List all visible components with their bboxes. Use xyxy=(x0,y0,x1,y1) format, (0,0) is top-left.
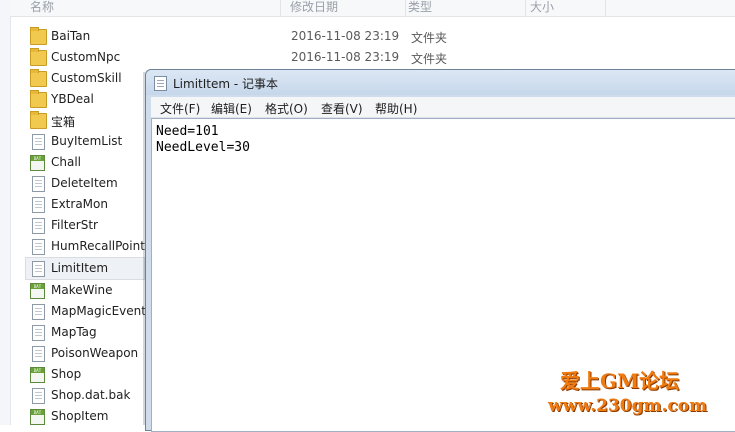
file-name: LimitItem xyxy=(51,261,109,275)
file-name: FilterStr xyxy=(51,218,98,232)
dat-file-icon xyxy=(30,409,45,425)
file-name: 宝箱 xyxy=(51,115,76,129)
menu-file[interactable]: 文件(F) xyxy=(160,100,200,117)
list-item[interactable]: ShopItem xyxy=(26,406,146,427)
text-file-icon xyxy=(32,261,45,277)
list-item[interactable]: CustomNpc xyxy=(26,47,146,68)
file-name: MakeWine xyxy=(51,283,113,297)
list-item[interactable]: MakeWine xyxy=(26,280,146,301)
file-name: PoisonWeapon xyxy=(51,346,139,360)
file-name: Shop xyxy=(51,367,82,381)
list-item[interactable]: YBDeal xyxy=(26,89,146,110)
text-file-icon xyxy=(32,346,45,362)
folder-icon xyxy=(30,27,47,45)
dat-file-icon xyxy=(30,283,45,299)
list-item[interactable]: BuyItemList xyxy=(26,131,146,152)
list-item[interactable]: FilterStr xyxy=(26,215,146,236)
list-item[interactable]: DeleteItem xyxy=(26,173,146,194)
folder-icon xyxy=(30,111,47,129)
notepad-icon[interactable] xyxy=(154,76,167,91)
menu-view[interactable]: 查看(V) xyxy=(321,100,363,117)
file-name: MapMagicEvent xyxy=(51,304,146,318)
text-file-icon xyxy=(32,134,45,150)
text-file-icon xyxy=(32,176,45,192)
watermark-title: 爱上GM论坛 xyxy=(560,369,680,393)
folder-icon xyxy=(30,90,47,108)
file-name: MapTag xyxy=(51,325,97,339)
column-header-type[interactable]: 类型 xyxy=(408,0,432,15)
text-line: Need=101 xyxy=(156,124,219,139)
file-name: BuyItemList xyxy=(51,134,123,148)
list-item[interactable]: PoisonWeapon xyxy=(26,343,146,364)
menu-format[interactable]: 格式(O) xyxy=(265,100,308,117)
file-list: BaiTan CustomNpc CustomSkill YBDeal 宝箱 B… xyxy=(25,26,146,427)
title-bar[interactable]: LimitItem - 记事本 xyxy=(146,70,735,95)
modified-date: 2016-11-08 23:19 xyxy=(291,50,400,64)
column-separator[interactable] xyxy=(525,0,526,16)
folder-icon xyxy=(30,48,47,66)
list-item[interactable]: 宝箱 xyxy=(26,110,146,131)
list-item[interactable]: HumRecallPoint xyxy=(26,236,146,257)
file-name: Shop.dat.bak xyxy=(51,388,131,402)
dat-file-icon xyxy=(30,155,45,171)
item-type: 文件夹 xyxy=(411,52,448,66)
column-header-date[interactable]: 修改日期 xyxy=(290,0,338,15)
text-file-icon xyxy=(32,325,45,341)
text-file-icon xyxy=(32,218,45,234)
file-name: BaiTan xyxy=(51,29,91,43)
column-separator[interactable] xyxy=(405,0,406,16)
text-file-icon xyxy=(32,239,45,255)
list-item[interactable]: MapMagicEvent xyxy=(26,301,146,322)
list-item[interactable]: CustomSkill xyxy=(26,68,146,89)
text-file-icon xyxy=(32,304,45,320)
menu-help[interactable]: 帮助(H) xyxy=(375,100,417,117)
column-header-bar: 名称 修改日期 类型 大小 xyxy=(10,0,735,17)
list-item[interactable]: ExtraMon xyxy=(26,194,146,215)
column-separator[interactable] xyxy=(605,0,606,16)
text-file-icon xyxy=(32,388,45,404)
window-title: LimitItem - 记事本 xyxy=(173,77,279,91)
file-name: YBDeal xyxy=(51,92,94,106)
list-item[interactable]: Shop xyxy=(26,364,146,385)
menu-bar: 文件(F) 编辑(E) 格式(O) 查看(V) 帮助(H) xyxy=(151,97,735,118)
list-item[interactable]: BaiTan xyxy=(26,26,146,47)
folder-icon xyxy=(30,69,47,87)
dat-file-icon xyxy=(30,367,45,383)
text-line: NeedLevel=30 xyxy=(156,140,250,155)
list-item[interactable]: Chall xyxy=(26,152,146,173)
column-header-size[interactable]: 大小 xyxy=(530,0,554,15)
file-name: DeleteItem xyxy=(51,176,118,190)
file-name: ShopItem xyxy=(51,409,109,423)
file-name: ExtraMon xyxy=(51,197,108,211)
item-type: 文件夹 xyxy=(411,31,448,45)
list-item-selected[interactable]: LimitItem xyxy=(25,257,145,280)
text-file-icon xyxy=(32,197,45,213)
file-name: CustomNpc xyxy=(51,50,121,64)
list-item[interactable]: Shop.dat.bak xyxy=(26,385,146,406)
navigation-pane-edge xyxy=(0,0,11,425)
file-name: HumRecallPoint xyxy=(51,239,145,253)
column-header-name[interactable]: 名称 xyxy=(30,0,54,15)
column-separator[interactable] xyxy=(280,0,281,16)
file-name: CustomSkill xyxy=(51,71,122,85)
list-item[interactable]: MapTag xyxy=(26,322,146,343)
watermark-url: www.230gm.com xyxy=(548,396,708,416)
file-name: Chall xyxy=(51,155,82,169)
modified-date: 2016-11-08 23:19 xyxy=(291,29,400,43)
menu-edit[interactable]: 编辑(E) xyxy=(211,100,252,117)
